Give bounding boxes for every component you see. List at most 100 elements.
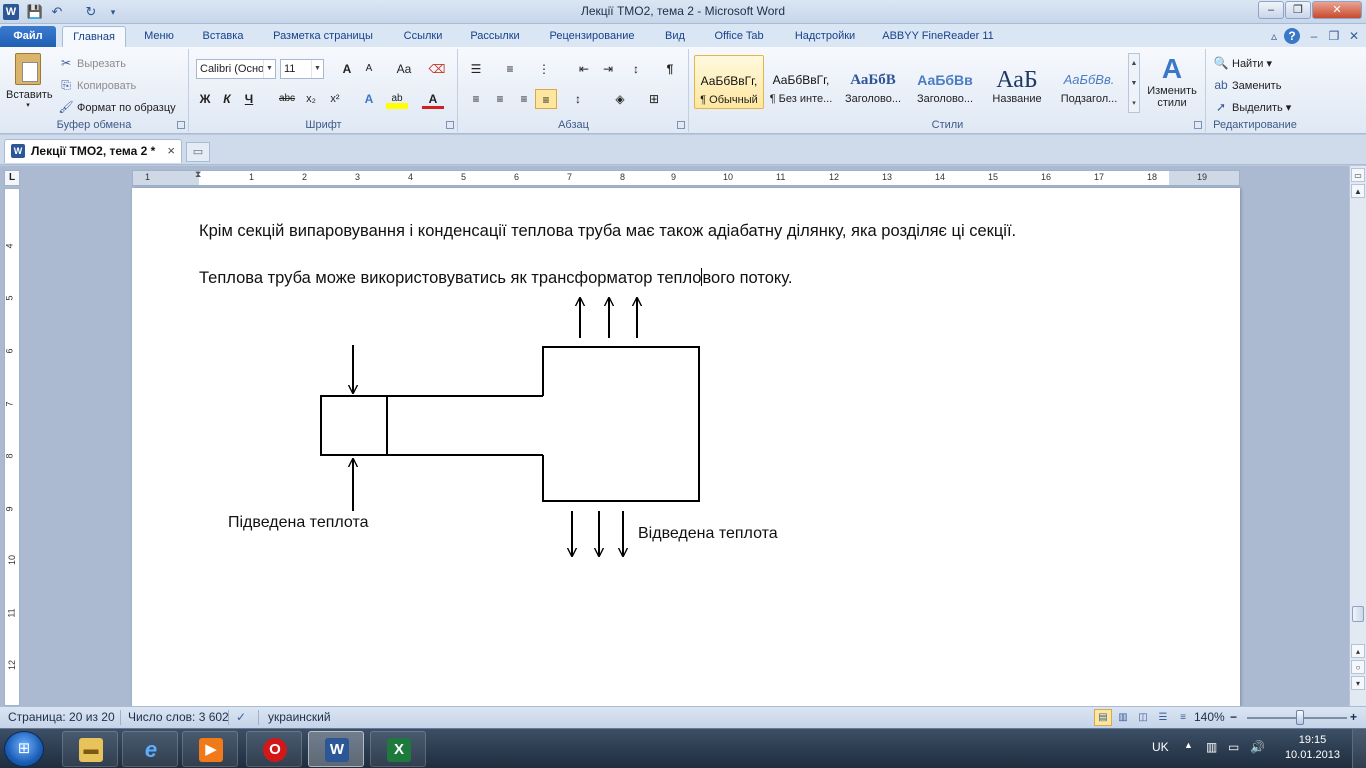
maximize-button[interactable]: ❐: [1285, 1, 1311, 19]
doc-restore-icon[interactable]: ❐: [1326, 28, 1342, 44]
style-title[interactable]: АаБ Название: [982, 55, 1052, 109]
multilevel-list-icon[interactable]: ⋮: [533, 59, 555, 79]
align-right-icon[interactable]: ≡: [513, 89, 535, 109]
zoom-out-button[interactable]: −: [1230, 710, 1237, 724]
print-layout-icon[interactable]: ▤: [1094, 709, 1112, 726]
font-color-button[interactable]: A: [422, 89, 444, 109]
font-size-combo[interactable]: 11 ▼: [280, 59, 324, 79]
change-styles-button[interactable]: A Изменить стили: [1142, 53, 1202, 115]
tab-review[interactable]: Рецензирование: [540, 26, 644, 47]
tab-references[interactable]: Ссылки: [396, 26, 450, 47]
vertical-scrollbar[interactable]: ▭ ▲ ▴ ○ ▾: [1349, 166, 1366, 706]
style-heading-1[interactable]: АаБбВ Заголово...: [838, 55, 908, 109]
select-button[interactable]: ➚ Выделить ▾: [1213, 97, 1291, 117]
language-indicator[interactable]: украинский: [268, 710, 331, 724]
minimize-button[interactable]: –: [1258, 1, 1284, 19]
prev-page-icon[interactable]: ▴: [1351, 644, 1365, 658]
superscript-button[interactable]: x²: [324, 89, 346, 109]
align-left-icon[interactable]: ≡: [465, 89, 487, 109]
tab-view[interactable]: Вид: [656, 26, 694, 47]
taskbar-word[interactable]: W: [308, 731, 364, 767]
font-launcher-icon[interactable]: [446, 121, 454, 129]
taskbar-media-player[interactable]: ▶: [182, 731, 238, 767]
language-tray[interactable]: UK: [1152, 740, 1169, 754]
styles-launcher-icon[interactable]: [1194, 121, 1202, 129]
change-case-button[interactable]: Aa: [390, 59, 418, 79]
help-icon[interactable]: ?: [1284, 28, 1300, 44]
borders-icon[interactable]: ⊞: [643, 89, 665, 109]
clear-format-icon[interactable]: ⌫: [426, 59, 448, 79]
word-count[interactable]: Число слов: 3 602: [128, 710, 229, 724]
bold-button[interactable]: Ж: [194, 89, 216, 109]
next-page-icon[interactable]: ▾: [1351, 676, 1365, 690]
replace-button[interactable]: ab Заменить: [1213, 75, 1281, 95]
styles-scroll-icon[interactable]: ▲ ▼ ▾: [1128, 53, 1140, 113]
decrease-indent-icon[interactable]: ⇤: [573, 59, 595, 79]
zoom-slider-thumb[interactable]: [1296, 710, 1304, 725]
browse-object-icon[interactable]: ○: [1351, 660, 1365, 674]
taskbar-opera[interactable]: O: [246, 731, 302, 767]
text-effects-button[interactable]: A: [358, 89, 380, 109]
zoom-level[interactable]: 140%: [1194, 710, 1225, 724]
clipboard-launcher-icon[interactable]: [177, 121, 185, 129]
doc-close-icon[interactable]: ✕: [1346, 28, 1362, 44]
display-icon[interactable]: ▭: [1228, 740, 1239, 754]
doc-minimize-icon[interactable]: –: [1306, 28, 1322, 44]
vertical-ruler[interactable]: 4 5 6 7 8 9 10 11 12: [4, 188, 20, 706]
italic-button[interactable]: К: [216, 89, 238, 109]
line-spacing-icon[interactable]: ↕: [567, 89, 589, 109]
document-page[interactable]: Крім секцій випаровування і конденсації …: [132, 188, 1240, 706]
close-button[interactable]: ✕: [1312, 1, 1362, 19]
ruler-toggle-icon[interactable]: ▭: [1351, 168, 1365, 182]
outline-icon[interactable]: ☰: [1154, 709, 1172, 726]
tab-mailings[interactable]: Рассылки: [462, 26, 528, 47]
close-tab-icon[interactable]: ×: [167, 140, 175, 162]
zoom-in-button[interactable]: +: [1350, 710, 1357, 724]
tab-page-layout[interactable]: Разметка страницы: [262, 26, 384, 47]
taskbar-ie[interactable]: e: [122, 731, 178, 767]
new-tab-icon[interactable]: ▭: [186, 142, 210, 162]
draft-icon[interactable]: ≡: [1174, 709, 1192, 726]
tab-office-tab[interactable]: Office Tab: [704, 26, 774, 47]
strikethrough-button[interactable]: abc: [276, 89, 298, 109]
tab-home[interactable]: Главная: [62, 26, 126, 47]
style-subtitle[interactable]: АаБбВв. Подзагол...: [1054, 55, 1124, 109]
volume-icon[interactable]: 🔊: [1250, 740, 1265, 754]
scroll-thumb[interactable]: [1352, 606, 1364, 622]
ribbon-minimize-icon[interactable]: ▵: [1266, 28, 1282, 44]
full-screen-reading-icon[interactable]: ▥: [1114, 709, 1132, 726]
justify-icon[interactable]: ≡: [535, 89, 557, 109]
underline-button[interactable]: Ч: [238, 89, 260, 109]
shrink-font-button[interactable]: A: [358, 59, 380, 79]
show-desktop-button[interactable]: [1352, 729, 1366, 768]
style-heading-2[interactable]: АаБбВв Заголово...: [910, 55, 980, 109]
tab-abbyy[interactable]: ABBYY FineReader 11: [876, 26, 1000, 47]
taskbar-explorer[interactable]: ▬: [62, 731, 118, 767]
taskbar-excel[interactable]: X: [370, 731, 426, 767]
sort-icon[interactable]: ↕: [625, 59, 647, 79]
increase-indent-icon[interactable]: ⇥: [597, 59, 619, 79]
style-normal[interactable]: АаБбВвГг, ¶ Обычный: [694, 55, 764, 109]
show-marks-button[interactable]: ¶: [659, 59, 681, 79]
tab-addins[interactable]: Надстройки: [784, 26, 866, 47]
doc-tab-lectures[interactable]: W Лекції ТМО2, тема 2 * ×: [4, 139, 182, 163]
proofing-icon[interactable]: ✓: [236, 710, 246, 724]
tab-file[interactable]: Файл: [0, 26, 56, 47]
page-count[interactable]: Страница: 20 из 20: [8, 710, 115, 724]
grow-font-button[interactable]: A: [336, 59, 358, 79]
format-painter-button[interactable]: 🖌 Формат по образцу: [58, 97, 175, 117]
font-name-combo[interactable]: Calibri (Осно ▼: [196, 59, 276, 79]
bullets-icon[interactable]: ☰: [465, 59, 487, 79]
tab-menu[interactable]: Меню: [134, 26, 184, 47]
align-center-icon[interactable]: ≡: [489, 89, 511, 109]
paste-button[interactable]: Вставить ▾: [6, 53, 53, 115]
cut-button[interactable]: ✂ Вырезать: [58, 53, 126, 73]
horizontal-ruler[interactable]: 1 1 2 3 4 5 6 7 8 9 10 11 12 13 14 15 16…: [132, 169, 1240, 186]
style-no-spacing[interactable]: АаБбВвГг, ¶ Без инте...: [766, 55, 836, 109]
tray-expand-icon[interactable]: ▲: [1184, 740, 1193, 750]
numbering-icon[interactable]: ≡: [499, 59, 521, 79]
shading-icon[interactable]: ◈: [609, 89, 631, 109]
web-layout-icon[interactable]: ◫: [1134, 709, 1152, 726]
subscript-button[interactable]: x₂: [300, 89, 322, 109]
tab-stop-selector[interactable]: L: [4, 170, 20, 186]
